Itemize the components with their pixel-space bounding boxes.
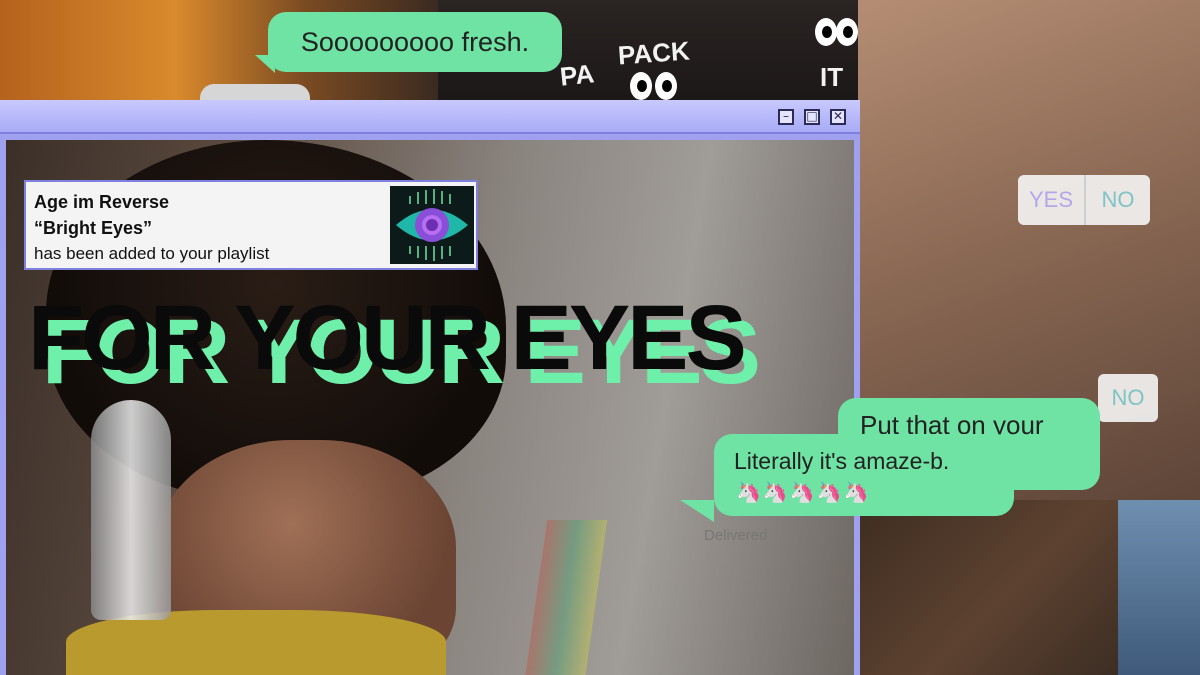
unicorn-emoji-row: 🦄🦄🦄🦄🦄 (736, 480, 871, 504)
chat-bubble-text: Literally it's amaze-b. (734, 448, 950, 474)
window-titlebar[interactable]: – □ ✕ (0, 100, 860, 134)
no-button[interactable]: NO (1084, 175, 1150, 225)
notification-message: has been added to your playlist (34, 244, 270, 263)
poll-yes-no: YES NO (1018, 175, 1150, 225)
googly-eye-icon (655, 72, 677, 100)
eye-icon (396, 189, 468, 261)
sticker-pack-text: IT (820, 62, 844, 92)
chat-bubble-tail (680, 500, 714, 522)
sticker-pack-text: PA (558, 58, 596, 92)
photo-glitch-streak (524, 520, 608, 675)
album-art (390, 186, 474, 264)
playlist-notification[interactable]: Age im Reverse “Bright Eyes” has been ad… (24, 180, 478, 270)
sticker-pack-text: PACK (617, 35, 691, 71)
googly-eye-icon (836, 18, 858, 46)
chat-bubble: Sooooooooo fresh. (268, 12, 562, 72)
close-icon[interactable]: ✕ (830, 109, 846, 125)
googly-eye-icon (815, 18, 837, 46)
googly-eye-icon (630, 72, 652, 100)
notification-artist: Age im Reverse (34, 192, 170, 212)
headline: FOR YOUR EYES FOR YOUR EYES (0, 288, 1200, 408)
minimize-icon[interactable]: – (778, 109, 794, 125)
yes-button[interactable]: YES (1018, 175, 1084, 225)
headline-text: FOR YOUR EYES (28, 287, 747, 389)
maximize-icon[interactable]: □ (804, 109, 820, 125)
photo-panel-denim (1118, 500, 1200, 675)
chat-bubble: Literally it's amaze-b. 🦄🦄🦄🦄🦄 (714, 434, 1014, 516)
photo-spoon (91, 400, 171, 620)
delivered-status: Delivered (704, 527, 768, 544)
notification-song: “Bright Eyes” (34, 218, 153, 238)
